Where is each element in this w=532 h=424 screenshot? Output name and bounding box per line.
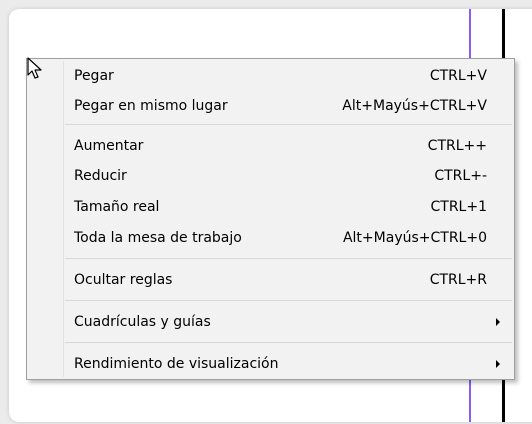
submenu-arrow-icon — [496, 318, 500, 326]
menu-separator — [65, 124, 512, 125]
menu-item-shortcut: CTRL+1 — [430, 199, 488, 215]
menu-item-label: Ocultar reglas — [74, 272, 173, 288]
context-menu: Pegar CTRL+V Pegar en mismo lugar Alt+Ma… — [26, 58, 515, 380]
menu-item-zoom-out[interactable]: Reducir CTRL+- — [29, 161, 512, 191]
menu-item-grids-and-guides[interactable]: Cuadrículas y guías — [29, 307, 512, 337]
menu-item-shortcut: Alt+Mayús+CTRL+V — [342, 98, 487, 114]
menu-item-fit-artboard[interactable]: Toda la mesa de trabajo Alt+Mayús+CTRL+0 — [29, 223, 512, 253]
menu-item-label: Toda la mesa de trabajo — [74, 230, 242, 246]
menu-item-zoom-in[interactable]: Aumentar CTRL++ — [29, 131, 512, 161]
submenu-arrow-icon — [496, 360, 500, 368]
menu-item-label: Pegar — [74, 68, 114, 84]
menu-item-display-performance[interactable]: Rendimiento de visualización — [29, 349, 512, 379]
menu-item-label: Reducir — [74, 168, 127, 184]
menu-item-shortcut: CTRL+R — [429, 272, 487, 288]
menu-item-shortcut: Alt+Mayús+CTRL+0 — [342, 230, 487, 246]
menu-item-actual-size[interactable]: Tamaño real CTRL+1 — [29, 192, 512, 222]
menu-item-paste-in-place[interactable]: Pegar en mismo lugar Alt+Mayús+CTRL+V — [29, 91, 512, 121]
menu-item-label: Aumentar — [74, 138, 144, 154]
menu-item-label: Cuadrículas y guías — [74, 314, 211, 330]
menu-separator — [65, 300, 512, 301]
menu-item-label: Tamaño real — [74, 199, 160, 215]
menu-item-hide-rulers[interactable]: Ocultar reglas CTRL+R — [29, 265, 512, 295]
menu-separator — [65, 258, 512, 259]
menu-item-label: Rendimiento de visualización — [74, 356, 279, 372]
menu-item-paste[interactable]: Pegar CTRL+V — [29, 61, 512, 91]
arrow-cursor-icon — [27, 57, 42, 79]
canvas-background: Pegar CTRL+V Pegar en mismo lugar Alt+Ma… — [0, 0, 532, 424]
menu-separator — [65, 342, 512, 343]
menu-item-shortcut: CTRL+V — [429, 68, 487, 84]
menu-item-label: Pegar en mismo lugar — [74, 98, 228, 114]
menu-item-shortcut: CTRL++ — [427, 138, 487, 154]
menu-item-shortcut: CTRL+- — [434, 168, 487, 184]
